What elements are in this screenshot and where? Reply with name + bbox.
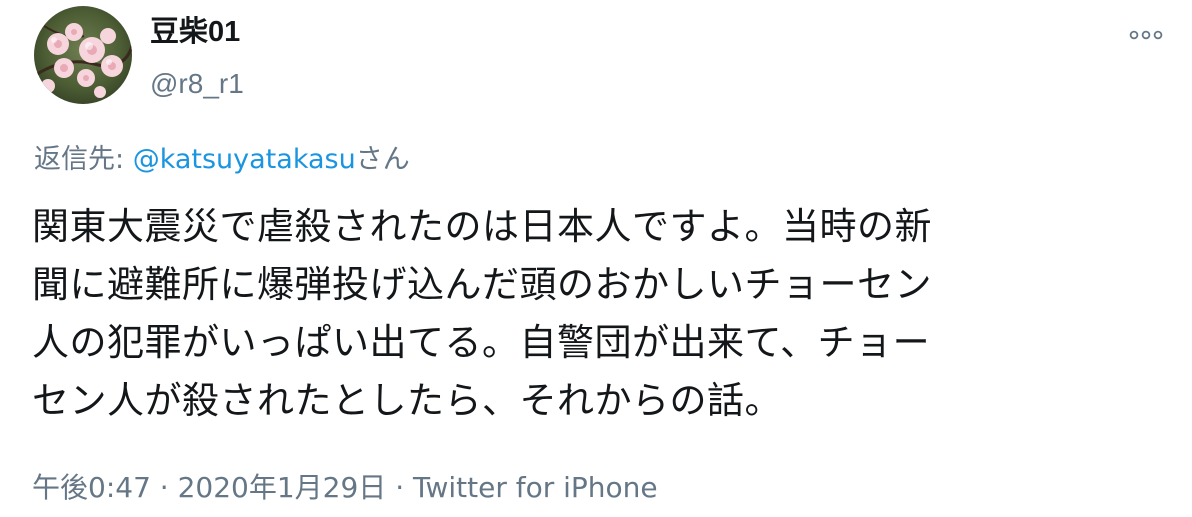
tweet-source-link[interactable]: Twitter for iPhone [413, 471, 658, 504]
tweet-card: 豆柴01 @r8_r1 返信先: @katsuyatakasuさん 関東大震災で… [0, 0, 1192, 517]
user-info: 豆柴01 @r8_r1 [150, 14, 244, 102]
display-name[interactable]: 豆柴01 [150, 14, 244, 50]
cherry-blossom-avatar-image [34, 6, 132, 104]
reply-to-line: 返信先: @katsuyatakasuさん [34, 142, 410, 178]
more-options-button[interactable] [1120, 22, 1172, 48]
reply-to-suffix: さん [355, 144, 410, 175]
tweet-date[interactable]: 2020年1月29日 [178, 471, 387, 504]
reply-mention-link[interactable]: @katsuyatakasu [133, 144, 356, 175]
meta-separator: · [150, 471, 178, 504]
tweet-text: 関東大震災で虐殺されたのは日本人ですよ。当時の新 聞に避難所に爆弾投げ込んだ頭の… [32, 205, 932, 422]
tweet-time[interactable]: 午後0:47 [32, 471, 151, 504]
reply-to-label: 返信先: [34, 144, 133, 175]
user-handle[interactable]: @r8_r1 [150, 66, 244, 102]
avatar[interactable] [34, 6, 132, 104]
tweet-metadata: 午後0:47 · 2020年1月29日 · Twitter for iPhone [32, 470, 658, 506]
more-horizontal-icon [1129, 30, 1163, 40]
meta-separator: · [386, 471, 413, 504]
